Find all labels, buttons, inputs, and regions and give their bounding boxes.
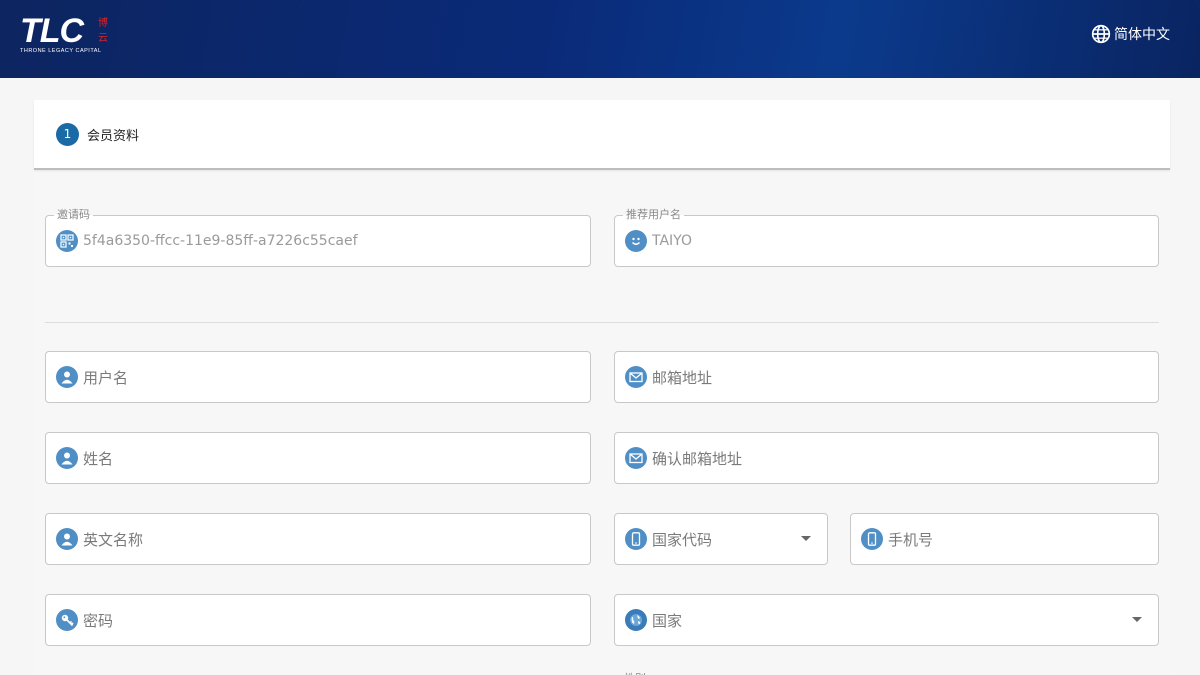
chevron-down-icon[interactable] [1132,617,1142,622]
confirm-email-input[interactable]: 确认邮箱地址 [614,432,1159,484]
country-placeholder: 国家 [652,611,683,630]
english-name-input[interactable]: 英文名称 [45,513,591,565]
qr-code-icon [56,230,78,252]
user-icon [56,366,78,388]
username-input[interactable]: 用户名 [45,351,591,403]
phone-placeholder: 手机号 [888,530,934,549]
username-placeholder: 用户名 [83,368,129,387]
phone-input[interactable]: 手机号 [850,513,1159,565]
step-number: 1 [56,122,79,146]
name-placeholder: 姓名 [83,449,114,468]
logo-seal: 博云 [98,18,108,44]
password-placeholder: 密码 [83,611,114,630]
globe-icon [1091,24,1111,44]
password-input[interactable]: 密码 [45,594,591,646]
email-placeholder: 邮箱地址 [652,368,713,387]
stepper: 1 会员资料 [34,100,1170,170]
country-code-select[interactable]: 国家代码 [614,513,828,565]
key-icon [56,609,78,631]
email-input[interactable]: 邮箱地址 [614,351,1159,403]
mobile-icon [861,528,883,550]
registration-card: 1 会员资料 邀请码 5f4a6350-ffcc-11e9-85ff-a7226… [34,100,1170,675]
mobile-icon [625,528,647,550]
logo-text: TLC [20,12,84,50]
language-selector[interactable]: 简体中文 [1091,24,1170,44]
chevron-down-icon[interactable] [801,536,811,541]
step-label: 会员资料 [87,128,140,144]
section-divider [45,322,1159,323]
smiley-icon [625,230,647,252]
invite-code-label: 邀请码 [54,208,93,222]
confirm-email-placeholder: 确认邮箱地址 [652,449,743,468]
mail-icon [625,366,647,388]
referrer-value: TAIYO [652,233,692,249]
invite-code-field[interactable]: 邀请码 5f4a6350-ffcc-11e9-85ff-a7226c55caef [45,208,591,267]
invite-code-value: 5f4a6350-ffcc-11e9-85ff-a7226c55caef [83,233,358,249]
referrer-field[interactable]: 推荐用户名 TAIYO [614,208,1159,267]
mail-icon [625,447,647,469]
country-code-placeholder: 国家代码 [652,530,713,549]
top-header: TLC 博云 THRONE LEGACY CAPITAL 简体中文 [0,0,1200,78]
english-name-placeholder: 英文名称 [83,530,144,549]
globe-icon [625,609,647,631]
user-icon [56,447,78,469]
header-decoration [300,0,1200,78]
logo[interactable]: TLC 博云 THRONE LEGACY CAPITAL [20,12,130,58]
gender-label: 性别 [624,670,646,675]
referrer-label: 推荐用户名 [623,208,684,222]
country-select[interactable]: 国家 [614,594,1159,646]
language-label: 简体中文 [1114,27,1170,43]
name-input[interactable]: 姓名 [45,432,591,484]
user-icon [56,528,78,550]
logo-subtitle: THRONE LEGACY CAPITAL [20,48,102,54]
